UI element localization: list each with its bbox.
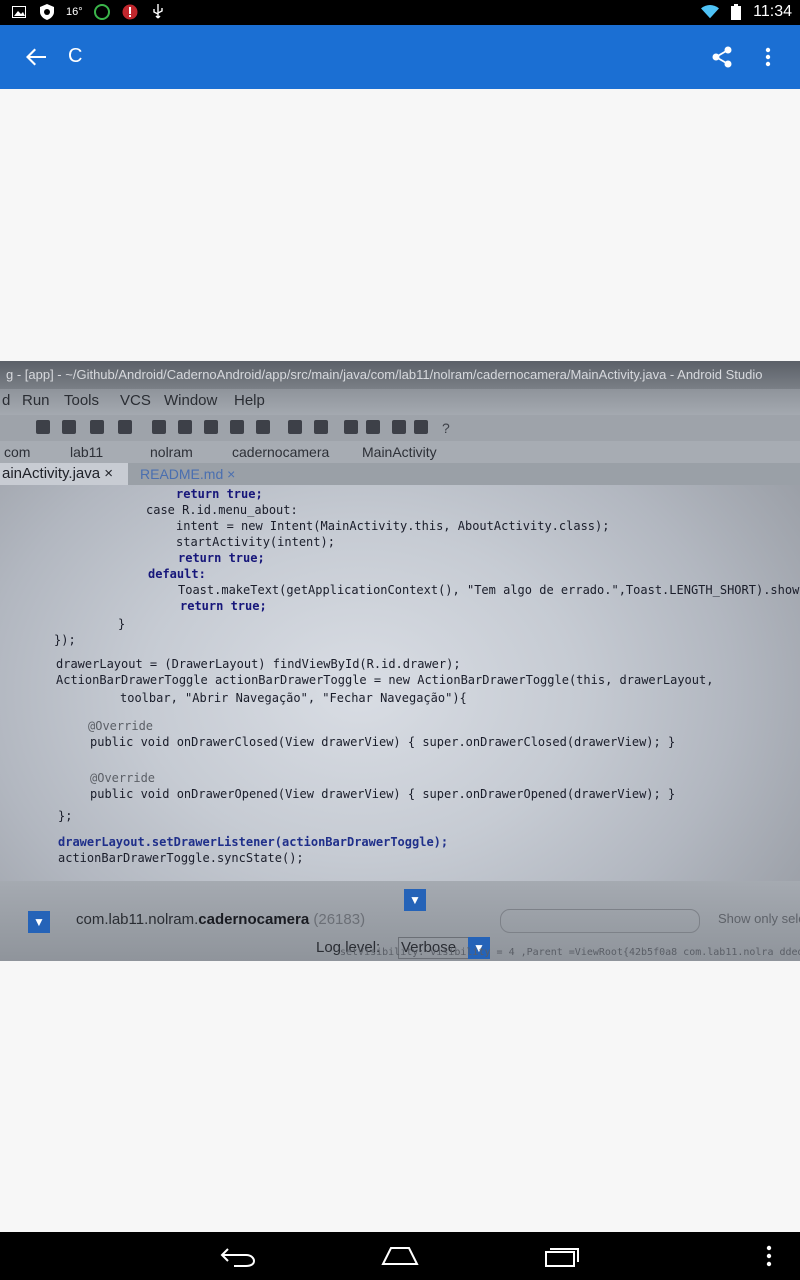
code-line: default: [148,567,206,581]
sdk-icon [366,420,380,434]
overflow-menu-button[interactable] [748,37,788,77]
logcat-package: com.lab11.nolram.cadernocamera (26183) [76,911,365,928]
clock: 11:34 [753,3,792,20]
code-line: return true; [176,487,263,501]
log-output-line: setVisibility: visibility = 4 ,Parent =V… [340,947,800,958]
debug-icon [62,420,76,434]
process-dropdown[interactable]: ▼ [28,911,50,933]
code-line: startActivity(intent); [176,535,335,549]
code-line: }); [54,633,76,647]
more-vert-icon [766,1245,772,1267]
ide-menu-item: Help [234,392,265,409]
breadcrumb-item: cadernocamera [232,444,330,460]
ide-menu-item: VCS [120,392,151,409]
alert-icon [121,3,139,21]
code-line: return true; [178,551,265,565]
run-icon [36,420,50,434]
breadcrumb-item: lab11 [70,444,104,460]
wifi-icon [701,3,720,21]
breadcrumb-item: com [4,444,31,460]
status-bar: 16° 11:34 [0,0,800,25]
nav-recents-button[interactable] [532,1236,592,1276]
recents-icon [545,1248,579,1267]
process-id: (26183) [313,911,366,928]
battery-icon [727,3,745,21]
code-line: } [118,617,126,631]
ide-menu-item: d [2,392,11,409]
avd-icon [230,420,244,434]
package-name: cadernocamera [198,911,310,928]
profile-icon [90,420,104,434]
code-line: actionBarDrawerToggle.syncState(); [58,851,304,865]
code-line: drawerLayout = (DrawerLayout) findViewBy… [56,657,461,671]
status-right-icons: 11:34 [701,3,792,21]
code-line: public void onDrawerClosed(View drawerVi… [90,735,676,749]
navigation-bar [0,1232,800,1280]
ide-menu-item: Window [164,392,218,409]
breadcrumb-item: nolram [150,444,193,460]
vcs-commit-icon [178,420,192,434]
nav-back-button[interactable] [208,1236,268,1276]
status-left-icons: 16° [10,3,167,21]
share-button[interactable] [702,37,742,77]
code-line: return true; [180,599,267,613]
logcat-panel: ▼ ▼ com.lab11.nolram.cadernocamera (2618… [0,881,800,961]
structure-icon [288,420,302,434]
ide-title-bar: g - [app] - ~/Github/Android/CadernoAndr… [0,361,800,389]
temperature-text: 16° [66,6,83,18]
nav-home-button[interactable] [370,1236,430,1276]
code-line: @Override [88,719,154,733]
android-icon [392,420,406,434]
back-icon [220,1248,256,1267]
shield-icon [38,3,56,21]
nav-menu-button[interactable] [744,1236,794,1276]
code-line: toolbar, "Abrir Navegação", "Fechar Nave… [120,691,467,705]
code-line: case R.id.menu_about: [146,503,298,517]
code-line: @Override [90,771,156,785]
code-line: }; [58,809,73,823]
logcat-search-input[interactable] [500,909,700,933]
show-only-selected[interactable]: Show only sele [718,911,800,926]
stop-icon [118,420,132,434]
back-button[interactable] [16,37,56,77]
editor-tabs: ainActivity.java × README.md × [0,463,800,485]
code-editor: return true; case R.id.menu_about: inten… [0,485,800,885]
code-line: Toast.makeText(getApplicationContext(), … [178,583,800,597]
ide-menu-bar: d Run Tools VCS Window Help [0,389,800,415]
tab-mainactivity: ainActivity.java × [0,463,128,485]
code-line: drawerLayout.setDrawerListener(actionBar… [58,835,449,849]
page-title: C [68,45,83,67]
vcs-update-icon [152,420,166,434]
tab-readme: README.md × [140,466,236,482]
breadcrumb-item: MainActivity [362,444,437,460]
sync-icon [414,420,428,434]
undo-icon [256,420,270,434]
circle-55-icon [93,3,111,21]
app-bar: C [0,25,800,89]
grid-icon [314,420,328,434]
photo-of-ide-screen[interactable]: g - [app] - ~/Github/Android/CadernoAndr… [0,361,800,961]
home-icon [381,1247,419,1265]
ide-toolbar: ? [0,415,800,441]
device-dropdown[interactable]: ▼ [404,889,426,911]
package-prefix: com.lab11.nolram. [76,911,199,928]
usb-icon [149,3,167,21]
image-viewer: g - [app] - ~/Github/Android/CadernoAndr… [0,89,800,1232]
more-vert-icon [765,47,771,67]
ide-menu-item: Run [22,392,50,409]
settings-icon [344,420,358,434]
breadcrumb: com lab11 nolram cadernocamera MainActiv… [0,441,800,463]
code-line: intent = new Intent(MainActivity.this, A… [176,519,610,533]
code-line: ActionBarDrawerToggle actionBarDrawerTog… [56,673,714,687]
ide-menu-item: Tools [64,392,100,409]
arrow-back-icon [26,48,46,66]
lock-icon [204,420,218,434]
help-icon: ? [442,420,450,436]
code-line: public void onDrawerOpened(View drawerVi… [90,787,676,801]
share-icon [712,46,732,68]
image-icon [10,3,28,21]
